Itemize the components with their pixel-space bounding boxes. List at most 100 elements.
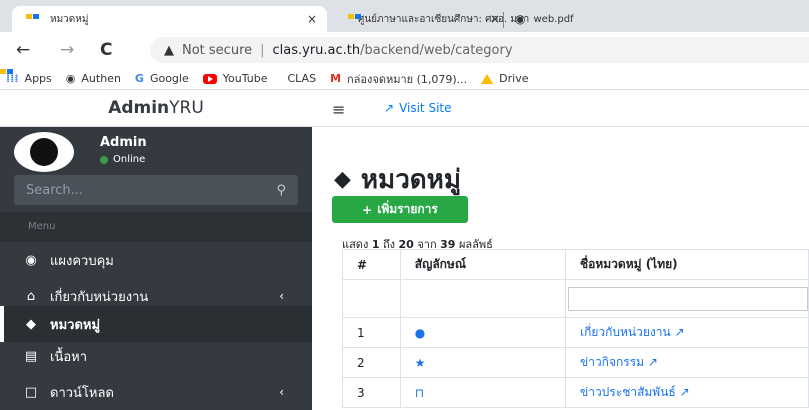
add-item-button[interactable]: + เพิ่มรายการ [332, 196, 468, 223]
hamburger-menu-icon[interactable]: ≡ [332, 100, 345, 119]
column-header-name[interactable]: ชื่อหมวดหมู่ (ไทย) [565, 249, 809, 280]
category-table: # สัญลักษณ์ ชื่อหมวดหมู่ (ไทย) 1 ● เกี่ย… [342, 249, 809, 408]
bookmark-gmail[interactable]: M กล่องจดหมาย (1,079)... [330, 70, 467, 88]
app-topbar: ≡ ↗ Visit Site [312, 90, 809, 127]
row-number: 3 [342, 377, 401, 408]
tab-title: หมวดหมู่ [50, 13, 89, 25]
tab-separator [503, 12, 504, 28]
search-input[interactable] [26, 182, 277, 198]
row-number: 1 [342, 317, 401, 348]
warning-icon: ▲ [164, 42, 174, 58]
user-name: Admin [100, 135, 147, 150]
visit-site-link[interactable]: ↗ Visit Site [384, 101, 452, 115]
user-status: Online [100, 154, 145, 165]
dashboard-icon: ◉ [25, 252, 37, 268]
bookmark-drive[interactable]: Drive [481, 72, 529, 85]
bookmark-label: CLAS [287, 72, 317, 85]
brand-rest: YRU [169, 98, 204, 118]
drive-icon [481, 73, 494, 84]
external-link-icon: ↗ [674, 325, 685, 339]
address-bar[interactable]: ▲ Not secure | clas.yru.ac.th /backend/w… [150, 37, 809, 63]
browser-toolbar: ← → C ▲ Not secure | clas.yru.ac.th /bac… [0, 32, 809, 68]
external-link-icon: ↗ [679, 385, 690, 399]
bookmark-label: Google [149, 72, 189, 85]
menu-header: Menu [0, 212, 312, 242]
category-link[interactable]: ข่าวประชาสัมพันธ์ ↗ [565, 377, 809, 408]
bookmark-clas[interactable]: CLAS [281, 72, 316, 85]
filter-cell [399, 279, 567, 318]
page-title: ◆ หมวดหมู่ [334, 159, 461, 200]
add-item-label: เพิ่มรายการ [377, 202, 438, 216]
bookmarks-bar: ⁞⁞⁞ Apps ◉ Authen G Google YouTube CLAS M กล… [0, 68, 809, 90]
tags-icon: ◆ [26, 316, 36, 332]
back-arrow-icon[interactable]: ← [16, 40, 30, 60]
reload-icon[interactable]: C [100, 40, 112, 60]
github-favicon-icon: ◉ [515, 12, 526, 26]
tab-close-icon[interactable]: × [490, 12, 500, 26]
table-header-row: # สัญลักษณ์ ชื่อหมวดหมู่ (ไทย) [342, 249, 809, 280]
bookmark-label: Apps [24, 72, 52, 85]
filter-cell [342, 279, 401, 318]
category-link[interactable]: ข่าวกิจกรรม ↗ [565, 347, 809, 378]
search-icon[interactable]: ⚲ [276, 183, 286, 198]
name-filter-input[interactable] [568, 286, 808, 311]
github-icon: ◉ [65, 72, 76, 85]
column-header-icon[interactable]: สัญลักษณ์ [399, 249, 567, 280]
table-row[interactable]: 2 ★ ข่าวกิจกรรม ↗ [342, 347, 809, 378]
row-number: 2 [342, 347, 401, 378]
globe-icon: ● [399, 317, 567, 348]
browser-tab-3[interactable]: ◉ web.pdf [515, 6, 574, 32]
sidebar-item-label: หมวดหมู่ [50, 317, 101, 333]
sidebar-search: ⚲ [14, 175, 298, 205]
table-row[interactable]: 3 ⊓ ข่าวประชาสัมพันธ์ ↗ [342, 377, 809, 408]
filter-cell [565, 279, 809, 318]
browser-tab-bar: หมวดหมู่ × ศูนย์ภาษาและอาเซียนศึกษา: ศภอ… [0, 0, 809, 32]
category-name: ข่าวประชาสัมพันธ์ [580, 385, 676, 399]
user-status-label: Online [113, 154, 146, 165]
sidebar-item-download[interactable]: □ ดาวน์โหลด ‹ [0, 374, 312, 410]
gmail-icon: M [330, 72, 342, 85]
chevron-left-icon: ‹ [279, 289, 284, 303]
file-icon: □ [24, 384, 38, 400]
bookmark-label: Drive [499, 72, 529, 85]
online-dot-icon [100, 155, 108, 164]
forward-arrow-icon[interactable]: → [60, 40, 74, 60]
bookmark-label: Authen [81, 72, 121, 85]
bookmark-google[interactable]: G Google [135, 72, 189, 85]
url-divider: | [260, 42, 265, 58]
column-header-number[interactable]: # [342, 249, 401, 280]
yru-favicon-icon [26, 13, 40, 25]
sidebar-item-label: เนื้อหา [50, 349, 88, 365]
star-icon: ★ [399, 347, 567, 378]
sidebar-item-category[interactable]: ◆ หมวดหมู่ [0, 306, 312, 342]
sidebar-item-dashboard[interactable]: ◉ แผงควบคุม [0, 242, 312, 278]
sidebar-item-label: เกี่ยวกับหน่วยงาน [50, 289, 149, 305]
newspaper-icon: ▤ [24, 348, 38, 364]
chevron-left-icon: ‹ [279, 385, 284, 399]
sidebar-item-label: ดาวน์โหลด [50, 385, 114, 401]
bookmark-authen[interactable]: ◉ Authen [66, 72, 121, 85]
filter-row [342, 279, 809, 318]
youtube-icon [202, 73, 217, 84]
sidebar-item-label: แผงควบคุม [50, 253, 114, 269]
brand-logo[interactable]: AdminYRU [0, 90, 312, 127]
main-content: ◆ หมวดหมู่ + เพิ่มรายการ แสดง 1 ถึง 20 จ… [312, 127, 809, 410]
bookmark-youtube[interactable]: YouTube [202, 72, 267, 85]
bookmark-label: กล่องจดหมาย (1,079)... [347, 72, 468, 86]
url-path: /backend/web/category [360, 42, 513, 58]
browser-tab-active[interactable]: หมวดหมู่ × [12, 6, 327, 32]
tab-close-icon[interactable]: × [307, 12, 317, 26]
external-link-icon: ↗ [384, 101, 395, 115]
visit-site-label: Visit Site [399, 101, 452, 115]
category-name: เกี่ยวกับหน่วยงาน [580, 325, 671, 339]
category-link[interactable]: เกี่ยวกับหน่วยงาน ↗ [565, 317, 809, 348]
page-title-text: หมวดหมู่ [360, 165, 461, 195]
external-link-icon: ↗ [647, 355, 658, 369]
tab-title: web.pdf [533, 13, 574, 25]
browser-tab-2[interactable]: ศูนย์ภาษาและอาเซียนศึกษา: ศภอ. มหา × [348, 6, 529, 32]
plus-icon: + [362, 202, 373, 217]
avatar [14, 132, 74, 172]
institution-icon: ⌂ [26, 288, 36, 304]
table-row[interactable]: 1 ● เกี่ยวกับหน่วยงาน ↗ [342, 317, 809, 348]
sidebar-item-content[interactable]: ▤ เนื้อหา [0, 338, 312, 374]
